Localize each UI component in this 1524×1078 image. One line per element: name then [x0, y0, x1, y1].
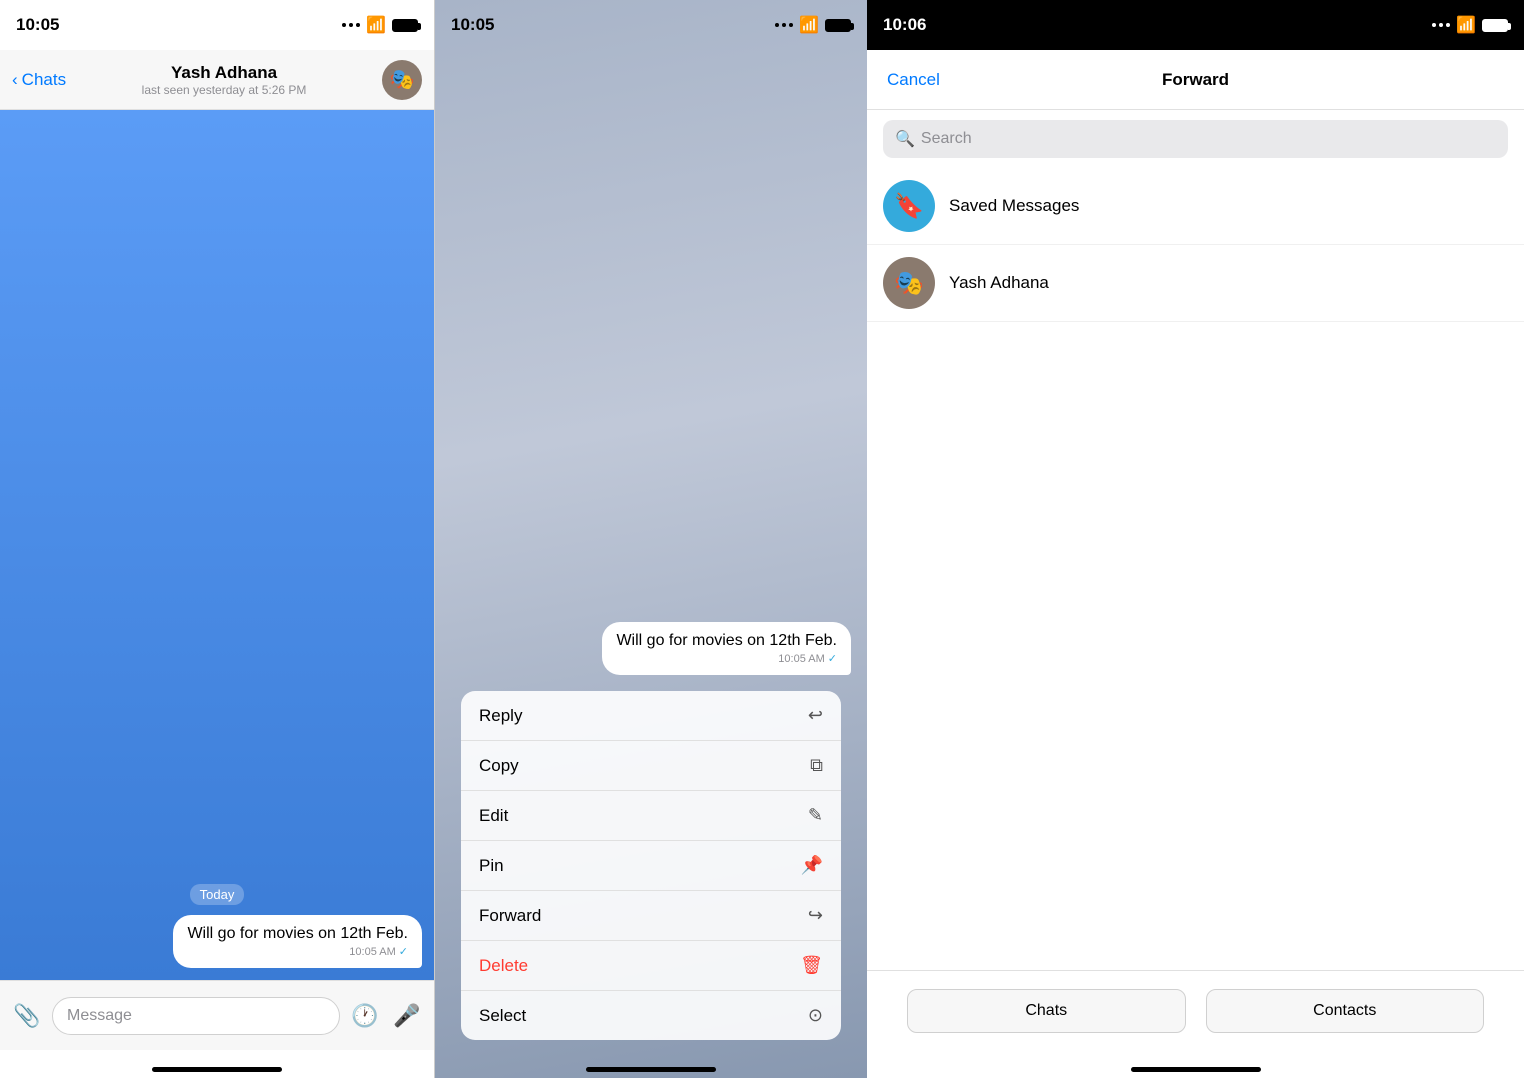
signal-icon	[775, 23, 793, 27]
tab-chats[interactable]: Chats	[907, 989, 1186, 1033]
home-bar	[586, 1067, 716, 1072]
menu-label-forward: Forward	[479, 906, 541, 926]
date-badge: Today	[190, 884, 245, 905]
menu-label-copy: Copy	[479, 756, 519, 776]
forward-status-icons: 📶	[1432, 15, 1508, 35]
chevron-left-icon: ‹	[12, 70, 18, 90]
avatar-saved-messages: 🔖	[883, 180, 935, 232]
status-icons: 📶	[342, 15, 418, 35]
microphone-button[interactable]: 🎤	[390, 999, 424, 1033]
forward-status-bar: 10:06 📶	[867, 0, 1524, 50]
back-button[interactable]: ‹ Chats	[12, 70, 66, 90]
message-input[interactable]: Message	[52, 997, 340, 1035]
back-label: Chats	[22, 70, 66, 90]
contact-item-yash[interactable]: 🎭 Yash Adhana	[867, 245, 1524, 322]
message-bubble[interactable]: Will go for movies on 12th Feb. 10:05 AM…	[173, 915, 422, 968]
edit-icon: ✎	[808, 805, 823, 826]
copy-icon: ⧉	[810, 755, 823, 776]
chat-user-status: last seen yesterday at 5:26 PM	[142, 83, 307, 97]
context-status-time: 10:05	[451, 15, 494, 35]
bubble-meta: 10:05 AM ✓	[616, 652, 837, 665]
bubble-check: ✓	[828, 652, 837, 665]
chat-panel: 10:05 📶 ‹ Chats Yash Adhana last seen ye…	[0, 0, 435, 1078]
contact-name-yash: Yash Adhana	[949, 273, 1049, 293]
date-badge-container: Today	[12, 884, 422, 905]
menu-label-delete: Delete	[479, 956, 528, 976]
battery-icon	[825, 19, 851, 32]
input-placeholder: Message	[67, 1007, 132, 1025]
menu-label-pin: Pin	[479, 856, 504, 876]
forward-status-time: 10:06	[883, 15, 926, 35]
menu-item-copy[interactable]: Copy ⧉	[461, 741, 841, 791]
chat-input-bar: 📎 Message 🕐 🎤	[0, 980, 434, 1050]
cancel-button[interactable]: Cancel	[887, 70, 967, 90]
chat-user-info: Yash Adhana last seen yesterday at 5:26 …	[66, 63, 382, 97]
menu-item-reply[interactable]: Reply ↩	[461, 691, 841, 741]
signal-icon	[1432, 23, 1450, 27]
saved-messages-icon: 🔖	[894, 192, 924, 221]
pin-icon: 📌	[801, 855, 823, 876]
bubble-check: ✓	[399, 945, 408, 958]
battery-icon	[392, 19, 418, 32]
home-bar	[152, 1067, 282, 1072]
contact-name-saved: Saved Messages	[949, 196, 1079, 216]
context-status-icons: 📶	[775, 15, 851, 35]
context-message-area: Will go for movies on 12th Feb. 10:05 AM…	[435, 50, 867, 691]
chat-user-name: Yash Adhana	[171, 63, 277, 83]
forward-title: Forward	[967, 70, 1424, 90]
home-indicator	[435, 1050, 867, 1078]
home-bar	[1131, 1067, 1261, 1072]
contacts-list: 🔖 Saved Messages 🎭 Yash Adhana	[867, 168, 1524, 970]
forward-panel: 10:06 📶 Cancel Forward 🔍 Search 🔖 Saved …	[867, 0, 1524, 1078]
menu-label-select: Select	[479, 1006, 526, 1026]
chat-nav-bar: ‹ Chats Yash Adhana last seen yesterday …	[0, 50, 434, 110]
signal-icon	[342, 23, 360, 27]
bubble-time: 10:05 AM	[349, 946, 395, 958]
status-bar: 10:05 📶	[0, 0, 434, 50]
home-indicator	[0, 1050, 434, 1078]
search-container[interactable]: 🔍 Search	[883, 120, 1508, 158]
menu-item-pin[interactable]: Pin 📌	[461, 841, 841, 891]
menu-label-reply: Reply	[479, 706, 522, 726]
search-icon: 🔍	[895, 129, 915, 149]
chat-background: Today Will go for movies on 12th Feb. 10…	[0, 110, 434, 980]
delete-icon: 🗑	[800, 955, 823, 976]
avatar[interactable]: 🎭	[382, 60, 422, 100]
message-text: Will go for movies on 12th Feb.	[187, 925, 408, 942]
yash-avatar-icon: 🎭	[894, 269, 924, 298]
tab-contacts-label: Contacts	[1313, 1002, 1376, 1020]
reply-icon: ↩	[808, 705, 823, 726]
avatar-image: 🎭	[390, 67, 415, 92]
menu-item-delete[interactable]: Delete 🗑	[461, 941, 841, 991]
menu-item-forward[interactable]: Forward ↪	[461, 891, 841, 941]
select-icon: ⊙	[808, 1005, 823, 1026]
status-time: 10:05	[16, 15, 59, 35]
context-message-text: Will go for movies on 12th Feb.	[616, 632, 837, 649]
attachment-button[interactable]: 📎	[10, 999, 44, 1033]
wifi-icon: 📶	[366, 15, 386, 35]
contact-item-saved[interactable]: 🔖 Saved Messages	[867, 168, 1524, 245]
wifi-icon: 📶	[799, 15, 819, 35]
context-bubble: Will go for movies on 12th Feb. 10:05 AM…	[602, 622, 851, 675]
search-placeholder: Search	[921, 130, 972, 148]
menu-item-select[interactable]: Select ⊙	[461, 991, 841, 1040]
sticker-button[interactable]: 🕐	[348, 999, 382, 1033]
forward-search-bar: 🔍 Search	[867, 110, 1524, 168]
context-status-bar: 10:05 📶	[435, 0, 867, 50]
context-menu-panel: 10:05 📶 Will go for movies on 12th Feb. …	[435, 0, 867, 1078]
avatar-yash: 🎭	[883, 257, 935, 309]
forward-icon: ↪	[808, 905, 823, 926]
wifi-icon: 📶	[1456, 15, 1476, 35]
bubble-time: 10:05 AM	[778, 653, 824, 665]
tab-chats-label: Chats	[1025, 1002, 1067, 1020]
home-indicator	[867, 1050, 1524, 1078]
bubble-meta: 10:05 AM ✓	[187, 945, 408, 958]
menu-label-edit: Edit	[479, 806, 508, 826]
menu-item-edit[interactable]: Edit ✎	[461, 791, 841, 841]
bottom-tabs: Chats Contacts	[867, 970, 1524, 1050]
forward-nav-bar: Cancel Forward	[867, 50, 1524, 110]
battery-icon	[1482, 19, 1508, 32]
context-menu: Reply ↩ Copy ⧉ Edit ✎ Pin 📌 Forward ↪ De…	[461, 691, 841, 1040]
tab-contacts[interactable]: Contacts	[1206, 989, 1485, 1033]
